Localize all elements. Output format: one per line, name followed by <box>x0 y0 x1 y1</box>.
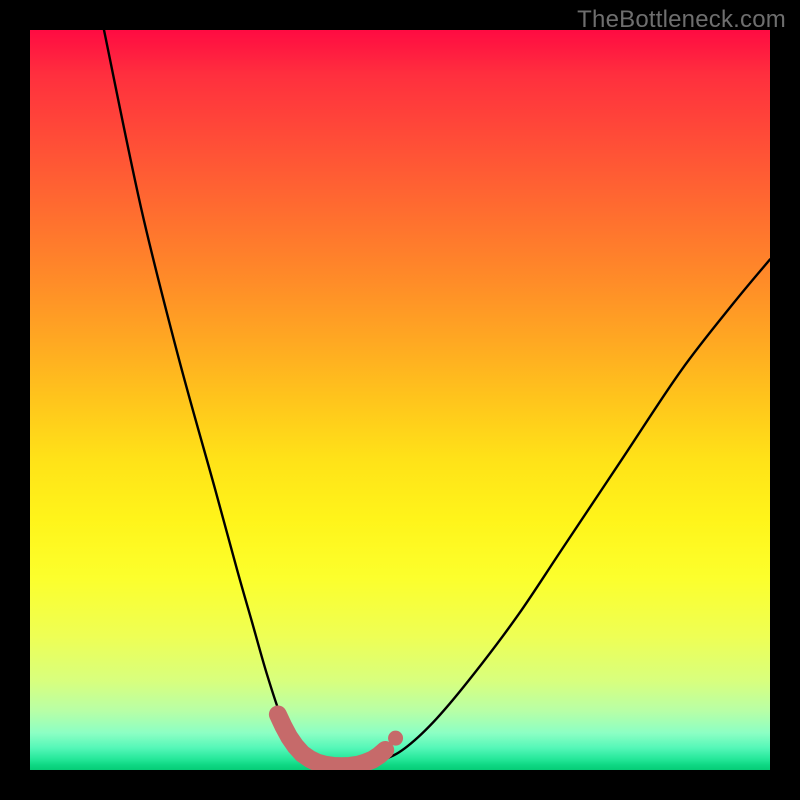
highlight-band-stroke <box>278 715 385 767</box>
curve-line <box>104 30 770 767</box>
highlight-band <box>278 715 403 767</box>
plot-area <box>30 30 770 770</box>
chart-frame: TheBottleneck.com <box>0 0 800 800</box>
chart-overlay <box>30 30 770 770</box>
highlight-end-dot <box>388 731 403 746</box>
